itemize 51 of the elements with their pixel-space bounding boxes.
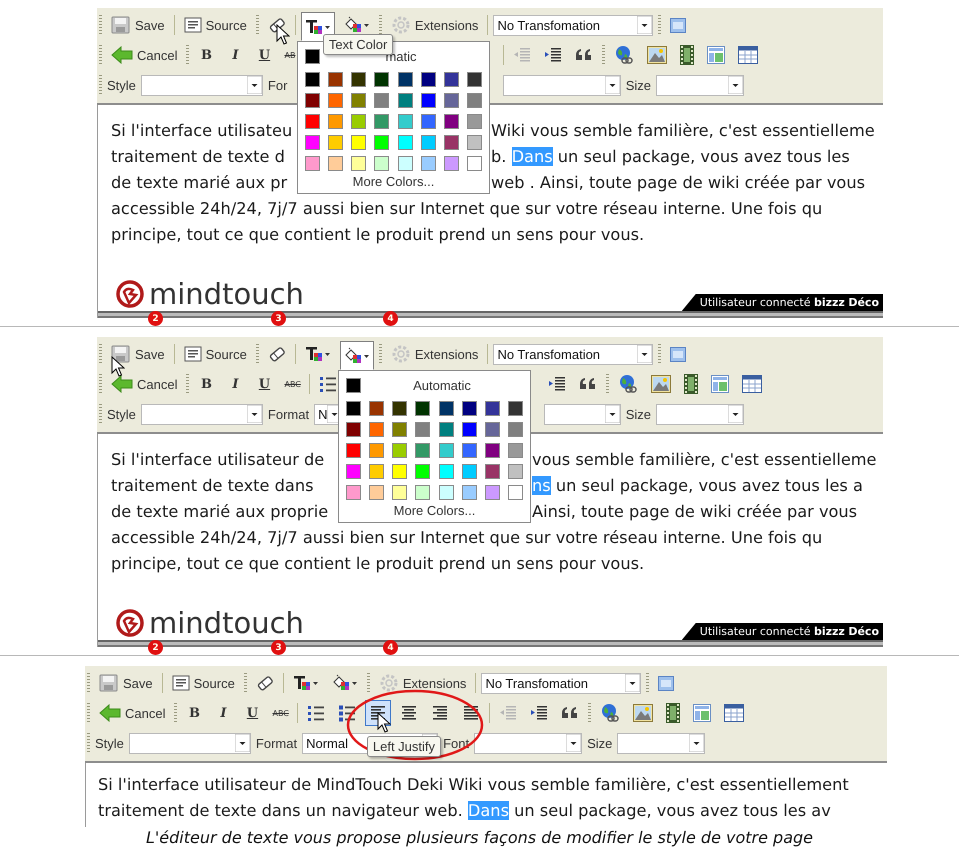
body-text: Ainsi, toute page de wiki créée par vous [532,502,858,520]
body-text: traitement de texte dans un navigateur web. [98,800,464,820]
body-text: b. [491,146,508,166]
body-text: un seul package, vous avez tous les [556,146,850,166]
selected-text: Dans [468,800,509,820]
body-text: web . Ainsi, toute page de wiki créée par vous [491,172,866,192]
number-badge: 4 [383,311,398,326]
caption: L'éditeur de texte vous propose plusieurs façons de modifier le style de votre page [144,829,814,847]
body-text: Si l'interface utilisateur de [111,450,324,468]
tooltip: Text Color [322,34,394,55]
body-text: accessible 24h/24, 7j/7 aussi bien sur Internet que sur votre réseau interne. Une fois qu [111,198,822,218]
dropdown-value: N [318,406,328,422]
body-text: principe, tout ce que contient le produit prend un sens pour vous. [111,224,644,244]
dropdown-value: Normal [306,736,348,750]
logo-text: mindtouch [149,609,304,640]
user-status-bar: Utilisateur connecté bizzz Déco [682,294,883,311]
body-text: vous semble familière, c'est essentielleme [532,450,877,468]
dropdown-value: No Transfomation [497,346,600,362]
user-status-bar: Utilisateur connecté bizzz Déco [682,623,883,640]
number-badge: 2 [148,311,163,326]
field-label: For [268,78,288,92]
selected-text: ns [532,476,551,494]
number-badge: 3 [271,311,286,326]
field-label: Size [587,736,612,750]
field-label: Format [268,406,310,422]
body-text: accessible 24h/24, 7j/7 aussi bien sur Internet que sur votre réseau interne. Une fois qu [111,528,822,546]
body-text: Si l'interface utilisateur de MindTouch Deki Wiki vous semble familière, c'est essentiellement [98,774,849,794]
logo-text: mindtouch [149,280,304,311]
field-label: Style [107,406,136,422]
field-label: Font [443,736,470,750]
body-text: un seul package, vous avez tous les a [554,476,863,494]
number-badge: 2 [148,640,163,655]
number-badge: 3 [271,640,286,655]
body-text: Si l'interface utilisateu [111,120,292,140]
field-label: Format [256,736,298,750]
body-text: un seul package, vous avez tous les av [513,800,831,820]
body-text: de texte marié aux proprie [111,502,328,520]
field-label: Style [107,78,136,92]
dropdown-value: No Transfomation [497,18,600,32]
field-label: Style [95,736,124,750]
field-label: Size [626,78,651,92]
body-text: Wiki vous semble familière, c'est essentielleme [491,120,875,140]
field-label: Size [626,406,651,422]
number-badge: 4 [383,640,398,655]
tooltip: Left Justify [366,736,442,757]
body-text: de texte marié aux pr [111,172,288,192]
selected-text: Dans [512,146,553,166]
body-text: traitement de texte d [111,146,285,166]
body-text: traitement de texte dans [111,476,314,494]
dropdown-value: No Transfomation [485,676,588,690]
body-text: principe, tout ce que contient le produit prend un sens pour vous. [111,554,644,572]
